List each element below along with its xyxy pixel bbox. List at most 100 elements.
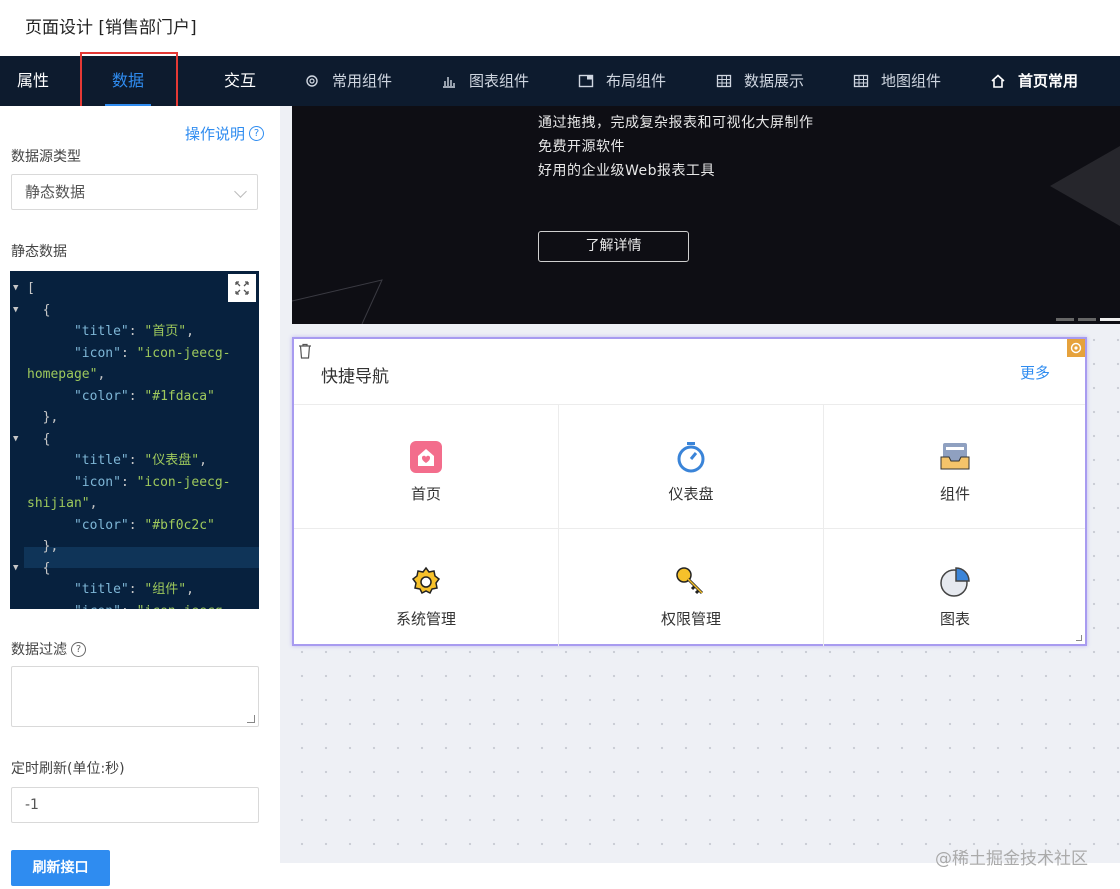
banner-line-1: 通过拖拽，完成复杂报表和可视化大屏制作 bbox=[538, 115, 814, 131]
datasource-type-label: 数据源类型 bbox=[11, 149, 81, 165]
datasource-type-value: 静态数据 bbox=[25, 183, 86, 201]
code-line: [ bbox=[27, 281, 35, 296]
data-filter-textarea[interactable] bbox=[11, 666, 259, 727]
carousel-dot[interactable] bbox=[1056, 318, 1074, 321]
carousel-dot[interactable] bbox=[1078, 318, 1096, 321]
banner-line-3: 好用的企业级Web报表工具 bbox=[538, 163, 716, 179]
stopwatch-icon bbox=[677, 442, 705, 473]
nav-map-components[interactable]: 地图组件 bbox=[853, 56, 941, 106]
code-line: "icon": "icon-jeecg- bbox=[73, 345, 231, 361]
banner-decoration bbox=[292, 146, 1120, 324]
banner-line-2: 免费开源软件 bbox=[538, 139, 625, 155]
title-bar: 页面设计 [销售部门户] bbox=[0, 0, 1120, 56]
trash-icon[interactable] bbox=[298, 343, 312, 359]
current-line-highlight bbox=[24, 547, 259, 568]
settings-gear-icon[interactable] bbox=[1067, 339, 1085, 357]
nav-tile-charts[interactable]: 图表 bbox=[824, 564, 1086, 629]
code-line: "color": "#1fdaca" bbox=[73, 388, 215, 404]
code-line: "icon": "icon-jeecg- bbox=[73, 474, 231, 490]
fullscreen-icon[interactable] bbox=[228, 274, 256, 302]
layout-icon bbox=[578, 74, 594, 88]
carousel-dot-active[interactable] bbox=[1100, 318, 1120, 321]
fold-arrow-icon[interactable]: ▼ bbox=[13, 300, 18, 321]
help-link[interactable]: 操作说明 ? bbox=[185, 123, 265, 144]
code-line: "title": "首页", bbox=[73, 324, 194, 339]
data-filter-label-row: 数据过滤 ? bbox=[11, 639, 86, 659]
watermark: @稀土掘金技术社区 bbox=[935, 849, 1088, 869]
code-line: homepage", bbox=[27, 367, 106, 382]
code-line: { bbox=[27, 560, 51, 576]
nav-tile-home[interactable]: 首页 bbox=[294, 439, 558, 504]
nav-tile-label: 权限管理 bbox=[660, 610, 721, 628]
fold-arrow-icon[interactable]: ▼ bbox=[13, 278, 18, 299]
code-line: { bbox=[27, 431, 51, 447]
inbox-icon bbox=[940, 443, 970, 470]
json-editor[interactable]: [ ▼ { ▼ "title": "首页", "icon": "icon-jeecg… bbox=[10, 271, 259, 609]
nav-data-display[interactable]: 数据展示 bbox=[716, 56, 804, 106]
home-icon bbox=[991, 74, 1005, 88]
nav-tile-label: 图表 bbox=[939, 610, 970, 628]
nav-tile-label: 首页 bbox=[410, 485, 441, 503]
refresh-api-button[interactable]: 刷新接口 bbox=[11, 850, 110, 886]
nav-chart-components[interactable]: 图表组件 bbox=[441, 56, 529, 106]
fold-arrow-icon[interactable]: ▼ bbox=[13, 429, 18, 450]
table-icon bbox=[853, 74, 869, 88]
nav-layout-components-label: 布局组件 bbox=[606, 72, 667, 90]
question-icon: ? bbox=[249, 126, 265, 141]
homepage-icon bbox=[410, 441, 442, 473]
data-filter-label: 数据过滤 bbox=[11, 642, 67, 658]
design-canvas[interactable]: 通过拖拽，完成复杂报表和可视化大屏制作 免费开源软件 好用的企业级Web报表工具… bbox=[280, 106, 1120, 863]
resize-handle-icon[interactable] bbox=[247, 715, 255, 723]
refresh-interval-input[interactable]: -1 bbox=[11, 787, 259, 823]
nav-tile-system-management[interactable]: 系统管理 bbox=[294, 564, 558, 629]
key-icon bbox=[676, 567, 704, 595]
gear-icon bbox=[306, 75, 318, 87]
bar-chart-icon bbox=[443, 77, 455, 88]
tab-properties[interactable]: 属性 bbox=[17, 56, 49, 106]
nav-home-common-label: 首页常用 bbox=[1018, 72, 1079, 90]
nav-map-components-label: 地图组件 bbox=[881, 72, 942, 90]
page-title: 页面设计 [销售部门户] bbox=[25, 18, 197, 38]
code-line: }, bbox=[27, 539, 59, 554]
quick-nav-title: 快捷导航 bbox=[321, 367, 389, 387]
nav-tile-permission-management[interactable]: 权限管理 bbox=[559, 564, 823, 629]
resize-handle-icon[interactable] bbox=[1076, 635, 1082, 641]
code-line: "icon": "icon-jeecg- bbox=[27, 601, 231, 610]
nav-layout-components[interactable]: 布局组件 bbox=[578, 56, 666, 106]
code-line: { bbox=[27, 302, 51, 318]
nav-tile-label: 仪表盘 bbox=[668, 485, 714, 503]
tab-data[interactable]: 数据 bbox=[103, 56, 153, 106]
more-link[interactable]: 更多 bbox=[1020, 362, 1050, 383]
nav-common-components[interactable]: 常用组件 bbox=[304, 56, 392, 106]
nav-tile-components[interactable]: 组件 bbox=[824, 439, 1086, 504]
help-link-label: 操作说明 bbox=[185, 125, 246, 143]
nav-tile-label: 系统管理 bbox=[395, 610, 456, 628]
tab-interaction[interactable]: 交互 bbox=[224, 56, 256, 106]
table-icon bbox=[716, 74, 732, 88]
quick-nav-card[interactable]: 快捷导航 更多 首页 仪表盘 组件 系统管理 权限管理 图表 bbox=[292, 337, 1087, 646]
nav-tile-dashboard[interactable]: 仪表盘 bbox=[559, 439, 823, 504]
code-line: "title": "仪表盘", bbox=[73, 453, 207, 468]
code-line: shijian", bbox=[27, 496, 98, 511]
top-nav: 属性 数据 交互 常用组件 图表组件 布局组件 数据展示 地图组件 首页常用 bbox=[0, 56, 1120, 106]
nav-data-display-label: 数据展示 bbox=[744, 72, 805, 90]
nav-home-common[interactable]: 首页常用 bbox=[990, 56, 1078, 106]
divider bbox=[294, 404, 1085, 405]
code-line: "color": "#bf0c2c" bbox=[73, 517, 215, 533]
grid-divider bbox=[294, 528, 1085, 529]
datasource-type-select[interactable]: 静态数据 bbox=[11, 174, 258, 210]
carousel-indicators[interactable] bbox=[1056, 318, 1120, 321]
fold-arrow-icon[interactable]: ▼ bbox=[13, 558, 18, 579]
refresh-interval-label: 定时刷新(单位:秒) bbox=[11, 761, 125, 777]
nav-tile-label: 组件 bbox=[939, 485, 970, 503]
gear-icon bbox=[411, 566, 441, 595]
learn-more-button[interactable]: 了解详情 bbox=[538, 231, 689, 262]
static-data-label: 静态数据 bbox=[11, 244, 67, 260]
data-settings-panel: 操作说明 ? 数据源类型 静态数据 静态数据 [ ▼ { ▼ "title": "首… bbox=[0, 106, 280, 889]
question-icon: ? bbox=[71, 641, 86, 657]
chevron-down-icon bbox=[234, 185, 247, 198]
banner-carousel[interactable]: 通过拖拽，完成复杂报表和可视化大屏制作 免费开源软件 好用的企业级Web报表工具… bbox=[292, 106, 1120, 324]
pie-chart-icon bbox=[940, 567, 970, 597]
code-line: }, bbox=[27, 410, 59, 425]
nav-chart-components-label: 图表组件 bbox=[469, 72, 530, 90]
